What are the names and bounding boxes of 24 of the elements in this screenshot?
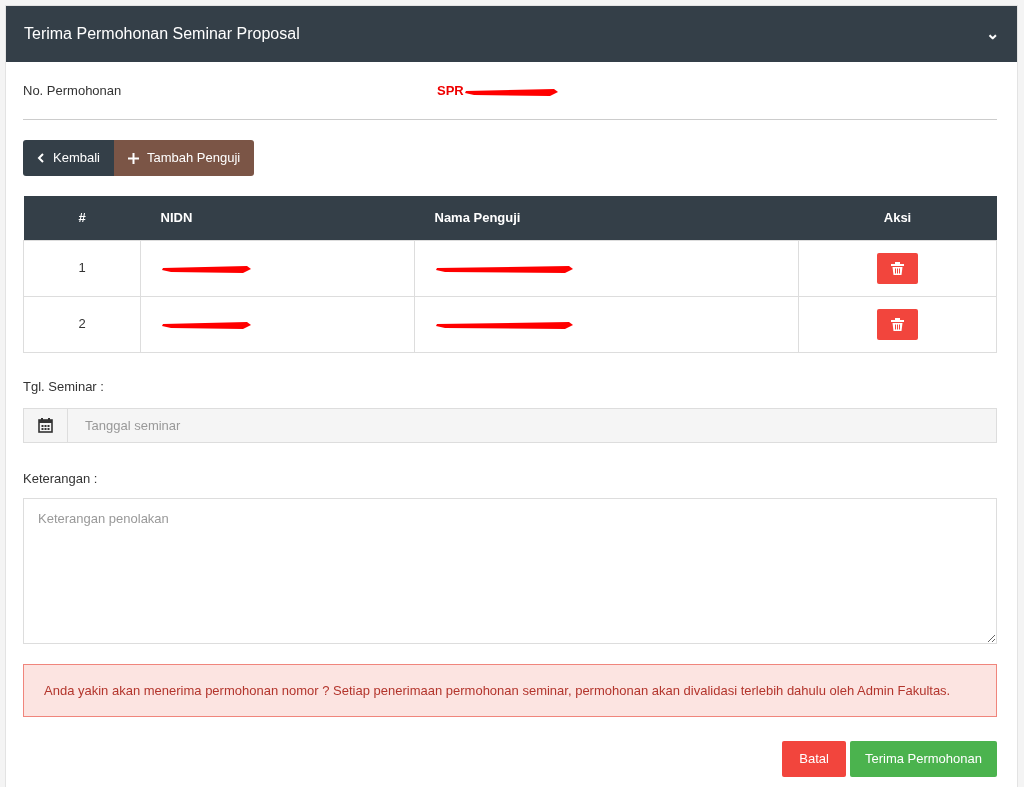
calendar-icon bbox=[38, 418, 53, 433]
card-title: Terima Permohonan Seminar Proposal bbox=[24, 24, 300, 44]
row-number: 2 bbox=[78, 316, 86, 332]
column-header: # bbox=[78, 210, 86, 225]
column-header: Aksi bbox=[883, 210, 912, 225]
chevron-left-icon bbox=[37, 153, 45, 163]
column-header: NIDN bbox=[160, 210, 193, 225]
request-number: SPR bbox=[437, 82, 464, 101]
field-label: No. Permohonan bbox=[23, 82, 123, 101]
delete-button[interactable] bbox=[877, 308, 918, 340]
notes-field[interactable]: Keterangan penolakan bbox=[23, 497, 997, 644]
delete-button[interactable] bbox=[877, 252, 918, 284]
row-number: 1 bbox=[78, 260, 86, 276]
column-header: Nama Penguji bbox=[434, 210, 521, 225]
trash-icon bbox=[891, 317, 904, 331]
add-examiner-button[interactable]: Tambah Penguji bbox=[113, 140, 255, 176]
cancel-button[interactable]: Batal bbox=[782, 741, 846, 777]
field-label: Keterangan : bbox=[23, 470, 99, 488]
trash-icon bbox=[891, 261, 904, 275]
plus-icon bbox=[127, 152, 139, 164]
field-label: Tgl. Seminar : bbox=[23, 377, 105, 396]
back-button[interactable]: Kembali bbox=[23, 140, 114, 176]
collapse-button[interactable]: ⌄ bbox=[986, 22, 999, 46]
alert-message: Anda yakin akan menerima permohonan nomor ? Setiap penerimaan permohonan seminar, permohonan akan divalidasi terlebih dahulu oleh Admin Fakultas. bbox=[23, 663, 997, 717]
